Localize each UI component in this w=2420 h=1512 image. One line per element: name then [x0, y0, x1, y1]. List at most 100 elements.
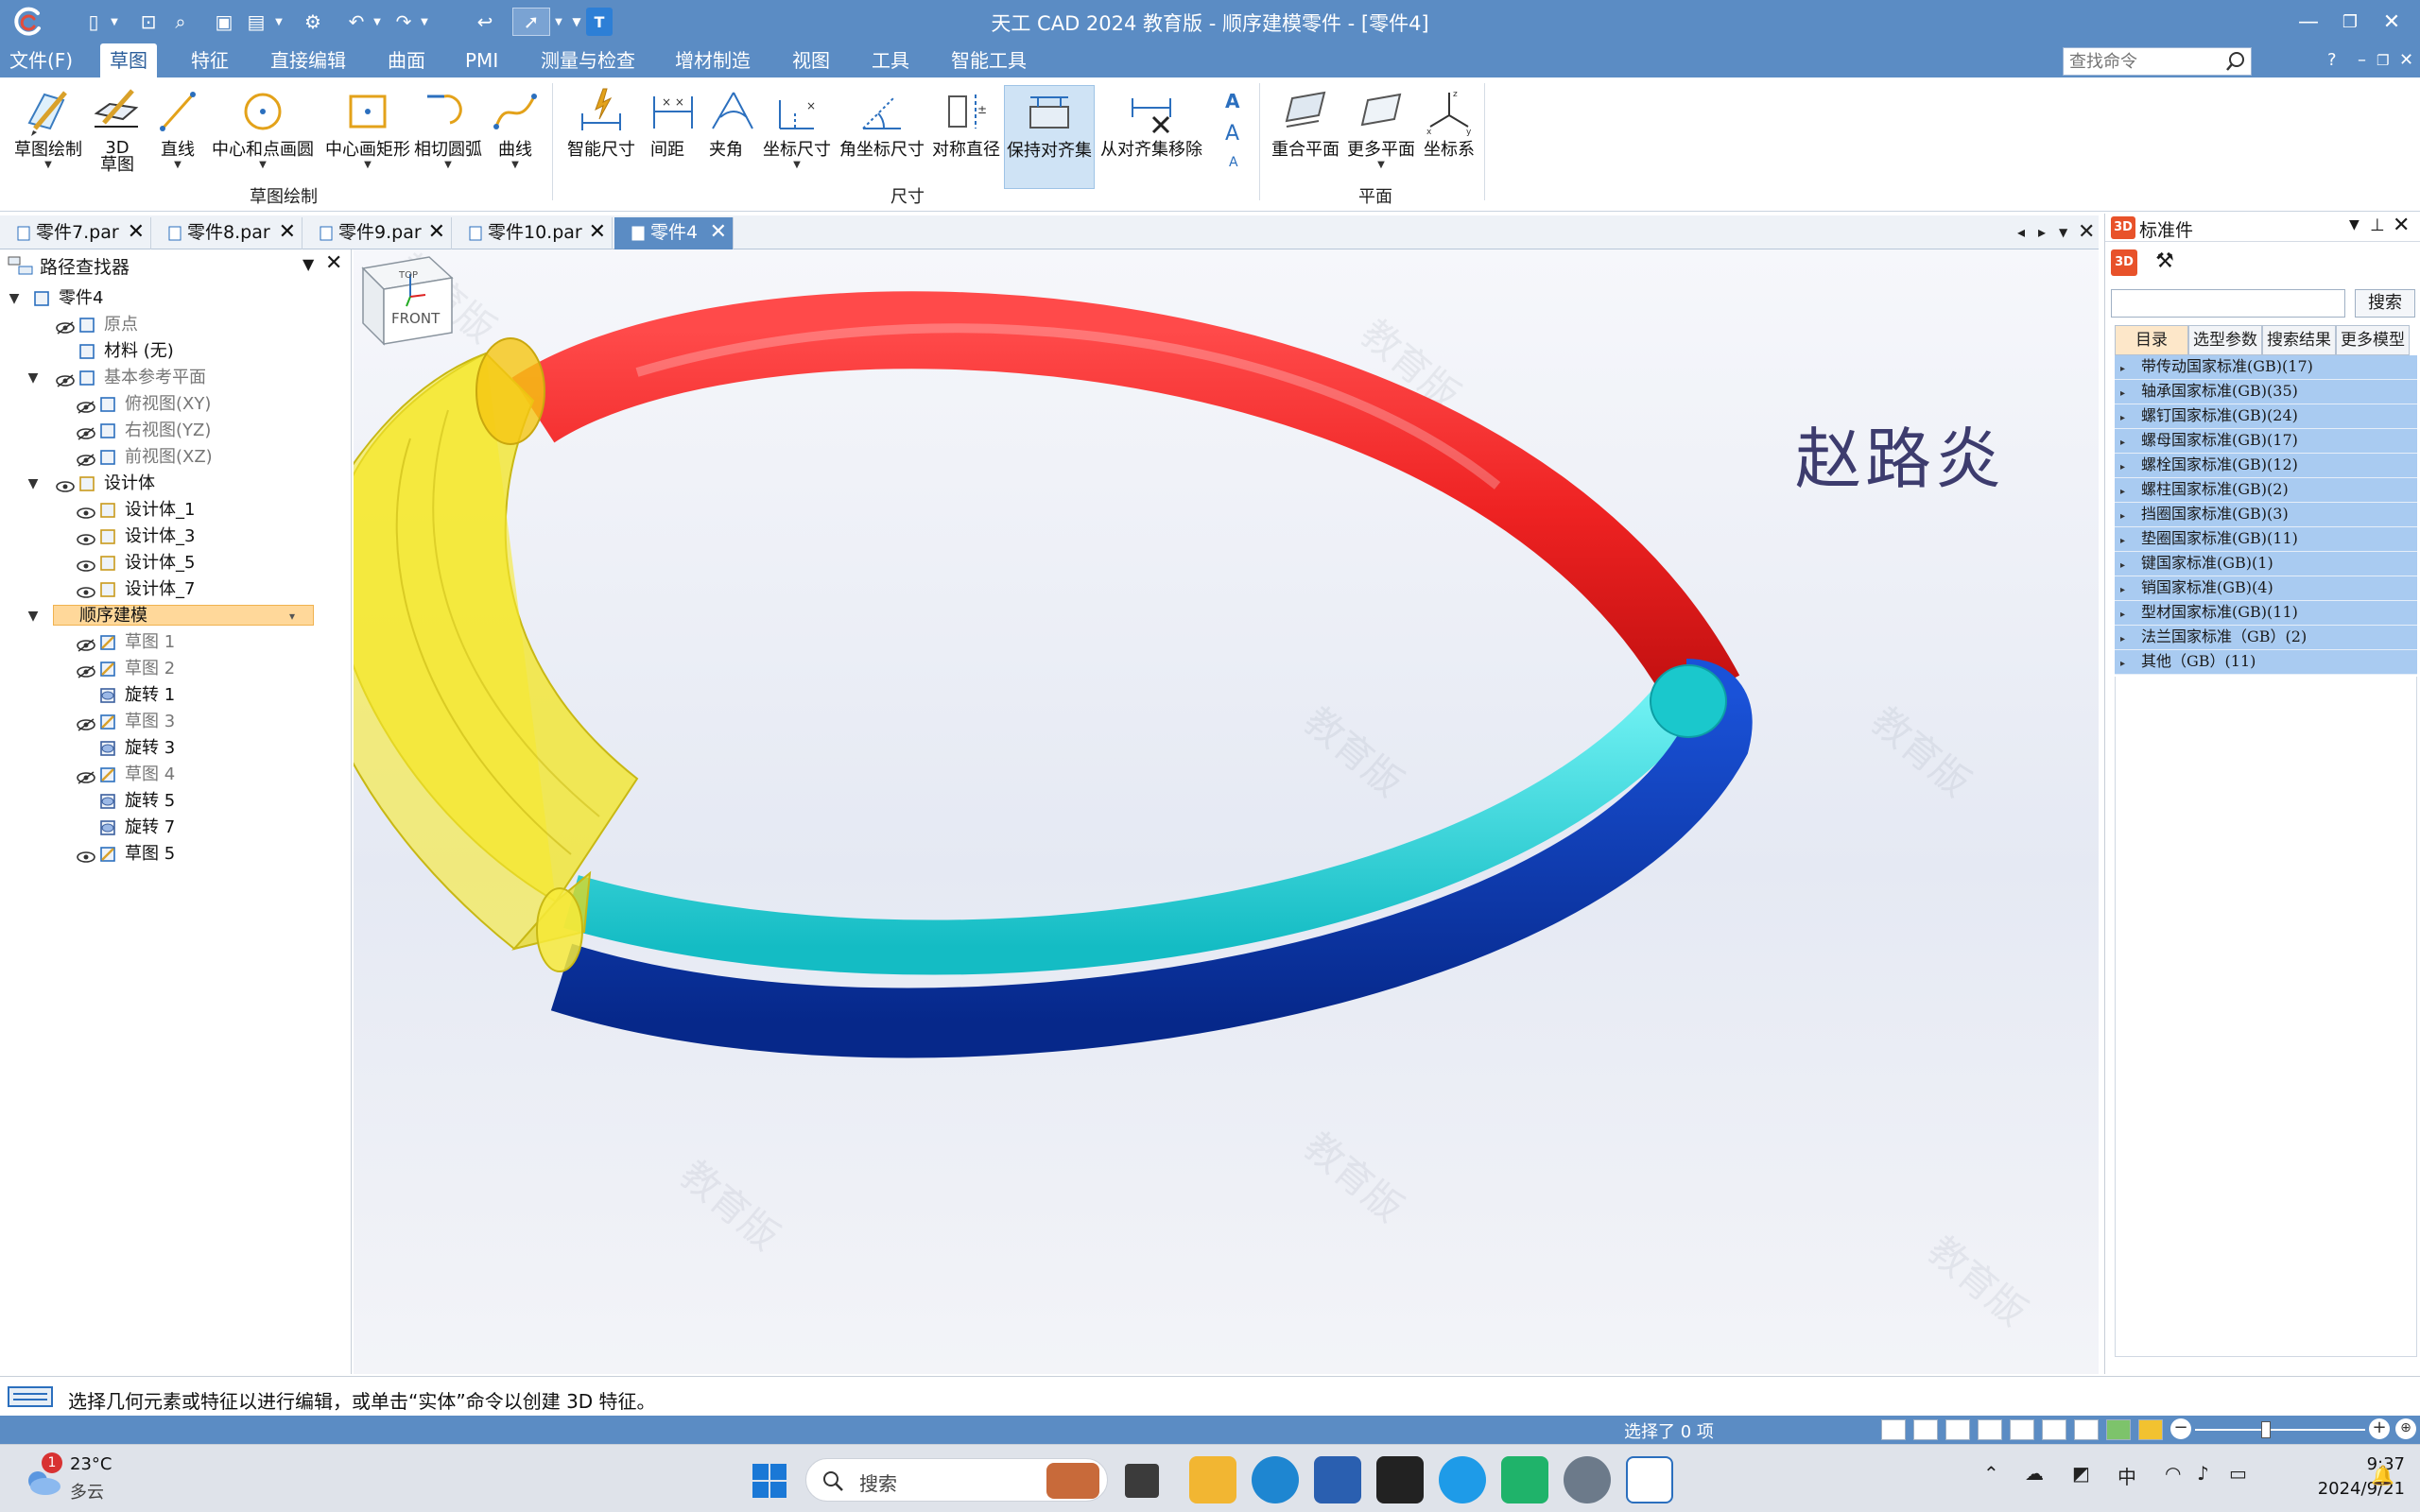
doc-tab-part7[interactable]: 零件7.par ✕: [0, 217, 151, 249]
text-style-button[interactable]: A A A: [1214, 87, 1255, 172]
close-all-tabs-icon[interactable]: ✕: [2078, 215, 2095, 249]
settings-app-icon[interactable]: [1564, 1456, 1611, 1503]
tab-selection-params[interactable]: 选型参数: [2188, 325, 2262, 355]
visibility-eye-icon[interactable]: [76, 714, 96, 731]
tree-row[interactable]: 设计体_3: [0, 524, 350, 550]
tree-row[interactable]: 材料 (无): [0, 338, 350, 365]
spacing-dimension-button[interactable]: × × 间距: [647, 85, 693, 161]
standard-parts-category[interactable]: ▸ 挡圈国家标准(GB)(3): [2115, 503, 2417, 527]
expand-arrow-icon[interactable]: ▸: [2120, 506, 2141, 526]
expand-arrow-icon[interactable]: ▸: [2120, 456, 2141, 477]
prompt-window-icon[interactable]: [8, 1386, 53, 1407]
menu-view[interactable]: 视图: [783, 43, 839, 77]
doc-tab-part8[interactable]: 零件8.par ✕: [151, 217, 302, 249]
coordinate-system-button[interactable]: z y x 坐标系: [1418, 85, 1480, 161]
tree-row[interactable]: ▼ 基本参考平面: [0, 365, 350, 391]
tree-row[interactable]: 旋转 1: [0, 682, 350, 709]
expand-arrow-icon[interactable]: ▸: [2120, 653, 2141, 674]
tab-scroll-left-icon[interactable]: ◂: [2017, 215, 2025, 249]
restore-window-icon[interactable]: ❐: [2329, 6, 2371, 38]
tree-expand-toggle-icon[interactable]: ▼: [6, 285, 23, 312]
visibility-eye-icon[interactable]: [76, 423, 96, 440]
menu-tools[interactable]: 工具: [862, 43, 919, 77]
customize-qat-icon[interactable]: ▼: [567, 8, 586, 36]
tree-expand-toggle-icon[interactable]: ▼: [25, 471, 42, 497]
display-style-icon[interactable]: [2106, 1419, 2131, 1440]
ime-language-indicator[interactable]: 中: [2118, 1462, 2136, 1489]
visibility-eye-icon[interactable]: [76, 635, 96, 652]
tree-row[interactable]: 前视图(XZ): [0, 444, 350, 471]
fit-all-icon[interactable]: ⊕: [2395, 1418, 2416, 1439]
visibility-eye-icon[interactable]: [76, 582, 96, 598]
minimize-window-icon[interactable]: —: [2288, 6, 2329, 38]
expand-arrow-icon[interactable]: ▸: [2120, 579, 2141, 600]
menu-file[interactable]: 文件(F): [0, 43, 82, 77]
tree-row[interactable]: 草图 4: [0, 762, 350, 788]
standard-parts-category[interactable]: ▸ 螺母国家标准(GB)(17): [2115, 429, 2417, 454]
taskbar-search-box[interactable]: 搜索: [805, 1458, 1108, 1502]
command-search-icon[interactable]: [2225, 49, 2250, 74]
tree-row[interactable]: 设计体_5: [0, 550, 350, 576]
fit-view-icon[interactable]: [1978, 1419, 2002, 1440]
close-tab-icon[interactable]: ✕: [589, 217, 606, 248]
visibility-eye-icon[interactable]: [76, 556, 96, 572]
tab-more-models[interactable]: 更多模型: [2336, 325, 2410, 355]
doc-tab-part9[interactable]: 零件9.par ✕: [302, 217, 452, 249]
wechat-app-icon[interactable]: [1501, 1456, 1548, 1503]
doc-tab-part4[interactable]: 零件4 ✕: [614, 217, 734, 249]
center-rectangle-button[interactable]: 中心画矩形 ▼: [320, 85, 416, 170]
standard-parts-category[interactable]: ▸ 法兰国家标准（GB）(2): [2115, 626, 2417, 650]
tree-row[interactable]: 设计体_1: [0, 497, 350, 524]
save-icon[interactable]: ▣: [208, 8, 240, 36]
visibility-eye-icon[interactable]: [76, 688, 96, 703]
tray-expand-icon[interactable]: ⌃: [1983, 1462, 1999, 1485]
settings-gear-icon[interactable]: ⚙: [297, 8, 329, 36]
standard-parts-category[interactable]: ▸ 其他（GB）(11): [2115, 650, 2417, 675]
tree-row[interactable]: 设计体_7: [0, 576, 350, 603]
doc-restore-icon[interactable]: ❐: [2377, 43, 2389, 77]
pin-panel-icon[interactable]: ⊥: [2370, 215, 2385, 235]
volume-icon[interactable]: ♪: [2197, 1462, 2209, 1485]
zoom-in-icon[interactable]: +: [2369, 1418, 2390, 1439]
app-pinned-icon[interactable]: [1376, 1456, 1424, 1503]
app-logo-icon[interactable]: [11, 6, 43, 38]
tree-row[interactable]: 草图 5: [0, 841, 350, 868]
visibility-eye-icon[interactable]: [76, 397, 96, 414]
tab-search-results[interactable]: 搜索结果: [2262, 325, 2336, 355]
zoom-out-icon[interactable]: −: [2170, 1418, 2191, 1439]
expand-arrow-icon[interactable]: ▸: [2120, 530, 2141, 551]
undo-icon[interactable]: ↶: [340, 8, 372, 36]
graphics-viewport[interactable]: 教育版 教育版 教育版 教育版 教育版 教育版 教育版: [354, 249, 2099, 1374]
menu-additive[interactable]: 增材制造: [666, 43, 760, 77]
browser-app-icon[interactable]: [1439, 1456, 1486, 1503]
circle-center-point-button[interactable]: 中心和点画圆 ▼: [210, 85, 316, 170]
tree-row[interactable]: ▼ 零件4: [0, 285, 350, 312]
symmetric-diameter-button[interactable]: ± 对称直径: [930, 85, 1002, 161]
visibility-eye-icon[interactable]: [76, 820, 96, 835]
tangent-arc-button[interactable]: 相切圆弧 ▼: [412, 85, 484, 170]
curve-dropdown-icon[interactable]: ▼: [488, 161, 543, 170]
panel-options-icon[interactable]: ▼: [302, 255, 314, 273]
smart-dimension-button[interactable]: 智能尺寸: [563, 85, 639, 161]
menu-feature[interactable]: 特征: [182, 43, 238, 77]
standard-parts-category[interactable]: ▸ 螺钉国家标准(GB)(24): [2115, 404, 2417, 429]
remove-align-set-button[interactable]: 从对齐集移除: [1098, 85, 1204, 161]
menu-pmi[interactable]: PMI: [456, 43, 508, 77]
visibility-eye-icon[interactable]: [76, 529, 96, 545]
tree-row[interactable]: ▼ 顺序建模 ▾: [0, 603, 350, 629]
windows-start-icon[interactable]: [751, 1462, 788, 1500]
tree-row[interactable]: 旋转 5: [0, 788, 350, 815]
standard-parts-category[interactable]: ▸ 螺栓国家标准(GB)(12): [2115, 454, 2417, 478]
standard-parts-category[interactable]: ▸ 带传动国家标准(GB)(17): [2115, 355, 2417, 380]
microsoft-store-icon[interactable]: [1314, 1456, 1361, 1503]
close-tab-icon[interactable]: ✕: [128, 217, 145, 248]
view-cube-icon[interactable]: TOP FRONT: [354, 249, 458, 353]
view-tool-icon[interactable]: [1881, 1419, 1906, 1440]
menu-direct-edit[interactable]: 直接编辑: [261, 43, 355, 77]
3d-sketch-button[interactable]: 3D 草图: [91, 85, 144, 174]
visibility-eye-icon[interactable]: [76, 847, 96, 863]
tree-row[interactable]: 草图 3: [0, 709, 350, 735]
expand-arrow-icon[interactable]: ▸: [2120, 358, 2141, 379]
open-file-icon[interactable]: ⊡: [132, 8, 164, 36]
doc-close-icon[interactable]: ✕: [2399, 43, 2413, 77]
